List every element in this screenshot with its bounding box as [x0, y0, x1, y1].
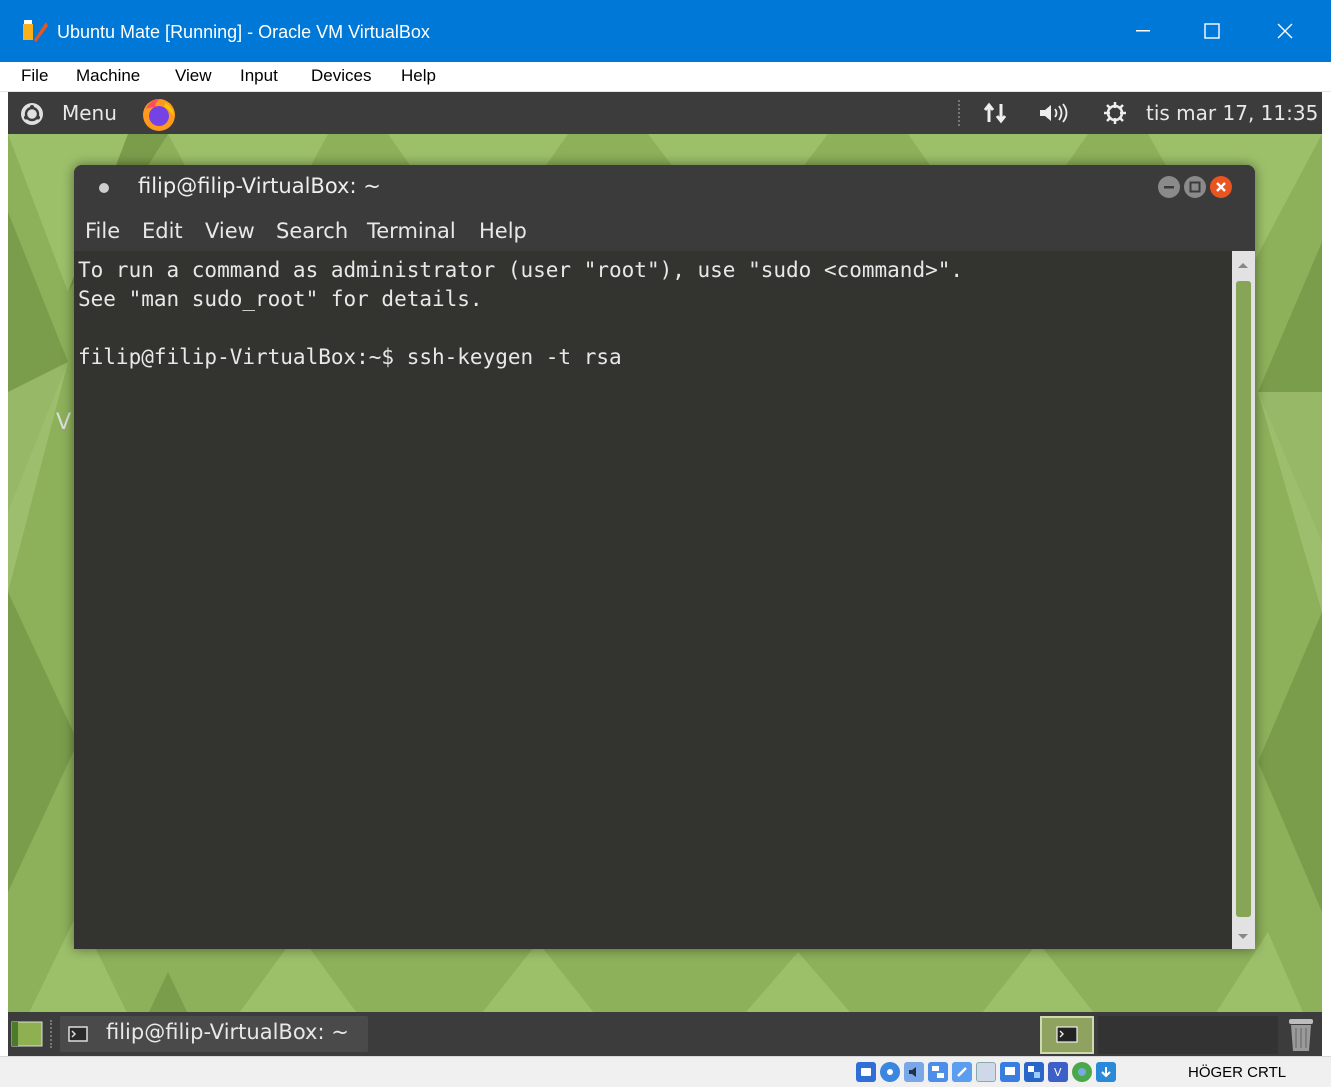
network-icon[interactable] [928, 1062, 948, 1082]
terminal-line: To run a command as administrator (user … [78, 258, 964, 282]
host-menu-help[interactable]: Help [401, 66, 436, 86]
host-window-titlebar: Ubuntu Mate [Running] - Oracle VM Virtua… [0, 0, 1331, 62]
vm-screen[interactable]: Menu tis mar 17, 11:35 V filip@filip-Vir… [8, 92, 1322, 1056]
terminal-scrollbar[interactable] [1232, 251, 1255, 949]
host-minimize-button[interactable] [1120, 10, 1166, 52]
host-menu-input[interactable]: Input [240, 66, 278, 86]
terminal-menu-view[interactable]: View [205, 219, 255, 243]
terminal-menu-terminal[interactable]: Terminal [367, 219, 456, 243]
network-arrows-icon[interactable] [982, 102, 1010, 124]
terminal-menu-file[interactable]: File [85, 219, 120, 243]
terminal-menubar: File Edit View Search Terminal Help [74, 211, 1255, 251]
virtualbox-app-icon [23, 20, 48, 42]
menu-label[interactable]: Menu [62, 101, 117, 125]
minimize-icon [1136, 30, 1150, 32]
host-close-button[interactable] [1262, 10, 1308, 52]
mouse-integration-icon[interactable] [1096, 1062, 1116, 1082]
maximize-icon [1189, 181, 1201, 193]
guest-additions-icon[interactable] [1072, 1062, 1092, 1082]
close-icon [1277, 23, 1293, 39]
shared-folders-icon[interactable] [976, 1062, 996, 1082]
recording-icon[interactable]: V [1048, 1062, 1068, 1082]
hard-disk-icon[interactable] [856, 1062, 876, 1082]
mate-bottom-panel: filip@filip-VirtualBox: ~ [8, 1012, 1322, 1056]
terminal-window-dot-icon [99, 183, 109, 193]
show-desktop-icon[interactable] [11, 1021, 43, 1047]
workspace-2[interactable] [1098, 1016, 1278, 1054]
maximize-icon [1204, 23, 1220, 39]
power-settings-icon[interactable] [1102, 101, 1128, 125]
trash-icon[interactable] [1286, 1016, 1316, 1052]
display-icon[interactable] [1000, 1062, 1020, 1082]
close-icon [1216, 182, 1226, 192]
taskbar-item-label: filip@filip-VirtualBox: ~ [106, 1020, 349, 1044]
ubuntu-mate-menu-icon[interactable] [20, 102, 44, 126]
usb-icon[interactable] [952, 1062, 972, 1082]
panel-clock[interactable]: tis mar 17, 11:35 [1146, 101, 1318, 125]
terminal-icon [1056, 1026, 1078, 1043]
terminal-icon [68, 1026, 88, 1042]
firefox-icon[interactable] [140, 95, 178, 133]
panel-separator [50, 1020, 52, 1048]
host-key-label: HÖGER CRTL [1188, 1064, 1287, 1081]
audio-icon[interactable] [904, 1062, 924, 1082]
host-menu-devices[interactable]: Devices [311, 66, 371, 86]
host-maximize-button[interactable] [1189, 10, 1235, 52]
terminal-close-button[interactable] [1210, 176, 1232, 198]
svg-text:V: V [1054, 1066, 1062, 1079]
volume-icon[interactable] [1038, 102, 1072, 124]
status-icons: V [856, 1062, 1116, 1084]
desktop-icon-label: V [56, 410, 72, 435]
host-window-title: Ubuntu Mate [Running] - Oracle VM Virtua… [57, 22, 430, 42]
scroll-up-arrow-icon[interactable] [1237, 261, 1249, 269]
optical-drive-icon[interactable] [880, 1062, 900, 1082]
scroll-down-arrow-icon[interactable] [1237, 933, 1249, 941]
video-capture-icon[interactable] [1024, 1062, 1044, 1082]
host-menu-machine[interactable]: Machine [76, 66, 140, 86]
terminal-maximize-button[interactable] [1184, 176, 1206, 198]
scrollbar-thumb[interactable] [1236, 281, 1251, 917]
panel-separator [958, 100, 960, 126]
terminal-output[interactable]: To run a command as administrator (user … [74, 251, 1232, 949]
taskbar-item-terminal[interactable]: filip@filip-VirtualBox: ~ [60, 1016, 368, 1052]
terminal-menu-help[interactable]: Help [479, 219, 527, 243]
terminal-titlebar[interactable]: filip@filip-VirtualBox: ~ [74, 165, 1255, 211]
terminal-menu-edit[interactable]: Edit [142, 219, 183, 243]
mate-top-panel: Menu tis mar 17, 11:35 [8, 92, 1322, 134]
host-menubar: File Machine View Input Devices Help [0, 62, 1331, 92]
workspace-1[interactable] [1040, 1016, 1094, 1054]
minimize-icon [1164, 186, 1174, 189]
terminal-window[interactable]: filip@filip-VirtualBox: ~ File Edit View… [74, 165, 1255, 949]
terminal-minimize-button[interactable] [1158, 176, 1180, 198]
terminal-title: filip@filip-VirtualBox: ~ [138, 174, 381, 198]
terminal-prompt-line: filip@filip-VirtualBox:~$ ssh-keygen -t … [78, 345, 622, 369]
host-menu-file[interactable]: File [21, 66, 48, 86]
host-statusbar: V HÖGER CRTL [0, 1056, 1331, 1087]
host-menu-view[interactable]: View [175, 66, 212, 86]
terminal-line: See "man sudo_root" for details. [78, 287, 483, 311]
terminal-menu-search[interactable]: Search [276, 219, 348, 243]
